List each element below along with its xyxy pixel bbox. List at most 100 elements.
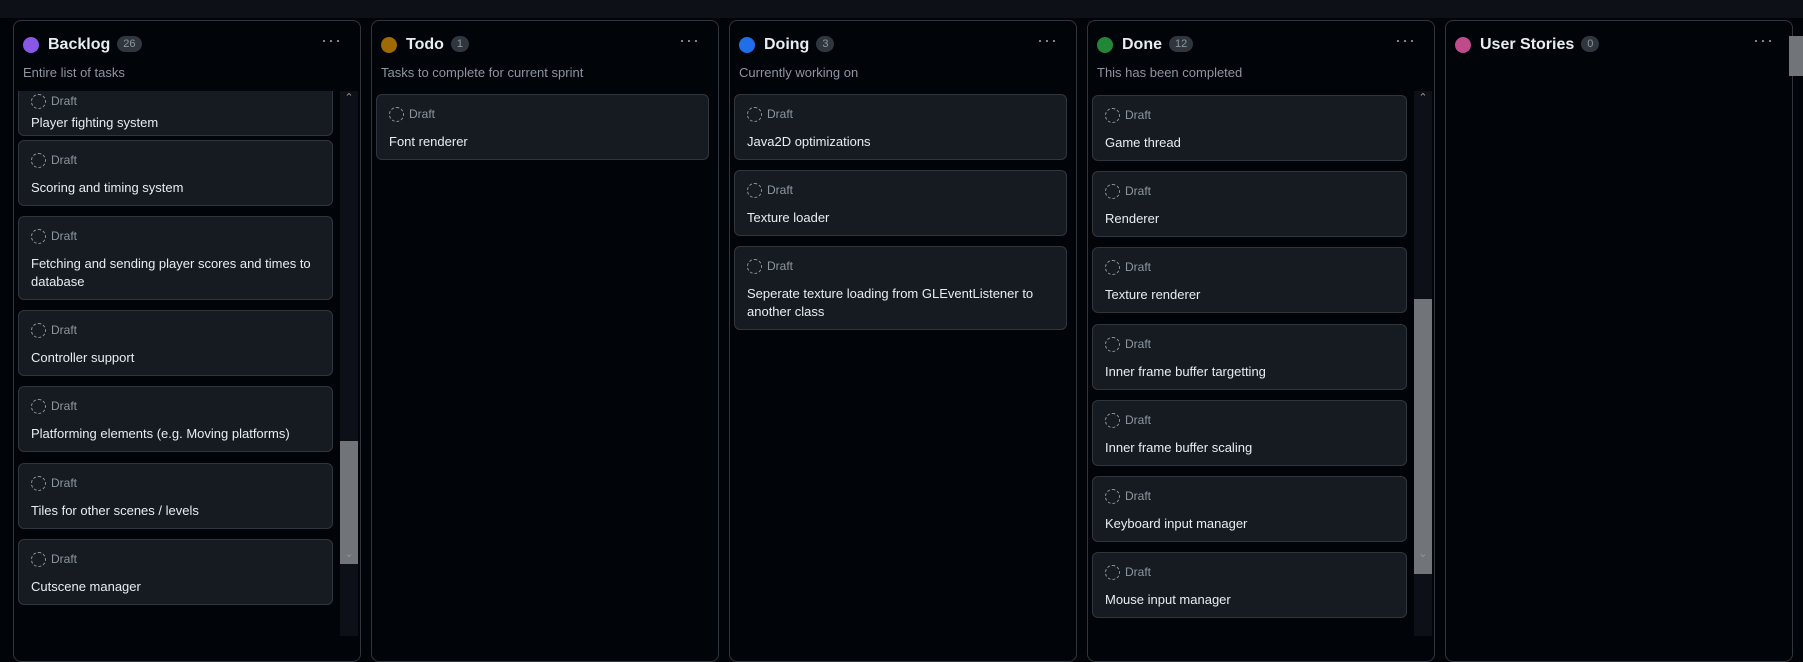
item-count-badge: 1 (450, 36, 470, 52)
column-user-stories: User Stories 0 ··· (1445, 20, 1793, 662)
status-dot-icon (381, 37, 397, 53)
status-dot-icon (739, 37, 755, 53)
column-header: Todo 1 ··· Tasks to complete for current … (372, 21, 718, 91)
card-title[interactable]: Controller support (31, 349, 322, 367)
card-title[interactable]: Texture loader (747, 209, 1056, 227)
column-title: Done 12 (1122, 36, 1194, 54)
project-board: Backlog 26 ··· Entire list of tasks Draft… (0, 18, 1803, 662)
scroll-thumb[interactable] (340, 441, 358, 564)
card-title[interactable]: Java2D optimizations (747, 133, 1056, 151)
card-title[interactable]: Cutscene manager (31, 578, 322, 596)
column-description: Tasks to complete for current sprint (381, 65, 584, 80)
status-dot-icon (23, 37, 39, 53)
scroll-up-chevron-icon[interactable]: ⌃ (1414, 91, 1432, 105)
card-title[interactable]: Seperate texture loading from GLEventLis… (747, 285, 1056, 321)
column-title: User Stories 0 (1480, 36, 1600, 54)
card-item[interactable]: Draft Texture loader (734, 170, 1067, 236)
scroll-thumb[interactable] (1414, 299, 1432, 574)
card-title[interactable]: Keyboard input manager (1105, 515, 1396, 533)
card-item[interactable]: Draft Platforming elements (e.g. Moving … (18, 386, 333, 452)
draft-label: Draft (51, 153, 78, 167)
draft-label: Draft (1125, 337, 1152, 351)
draft-label: Draft (51, 399, 78, 413)
card-title[interactable]: Fetching and sending player scores and t… (31, 255, 322, 291)
column-description: Currently working on (739, 65, 859, 80)
draft-label: Draft (1125, 413, 1152, 427)
draft-dashed-circle-icon (31, 94, 46, 109)
draft-label: Draft (767, 107, 794, 121)
column-menu-ellipsis-icon[interactable]: ··· (1037, 31, 1058, 49)
draft-label: Draft (1125, 184, 1152, 198)
card-title[interactable]: Mouse input manager (1105, 591, 1396, 609)
card-title[interactable]: Game thread (1105, 134, 1396, 152)
card-title[interactable]: Inner frame buffer targetting (1105, 363, 1396, 381)
card-title[interactable]: Inner frame buffer scaling (1105, 439, 1396, 457)
card-title[interactable]: Platforming elements (e.g. Moving platfo… (31, 425, 322, 443)
card-title[interactable]: Scoring and timing system (31, 179, 322, 197)
draft-label: Draft (1125, 489, 1152, 503)
card-title[interactable]: Tiles for other scenes / levels (31, 502, 322, 520)
done-scrollbar[interactable]: ⌃ ⌄ (1414, 91, 1432, 636)
column-doing: Doing 3 ··· Currently working on Draft Ja… (729, 20, 1077, 662)
card-item[interactable]: Draft Keyboard input manager (1092, 476, 1407, 542)
draft-dashed-circle-icon (31, 229, 46, 244)
column-menu-ellipsis-icon[interactable]: ··· (679, 31, 700, 49)
board-horizontal-scroll-thumb[interactable] (1789, 36, 1803, 76)
card-item[interactable]: Draft Inner frame buffer targetting (1092, 324, 1407, 390)
card-item[interactable]: Draft Renderer (1092, 171, 1407, 237)
draft-dashed-circle-icon (1105, 337, 1120, 352)
card-item[interactable]: Draft Java2D optimizations (734, 94, 1067, 160)
draft-label: Draft (1125, 260, 1152, 274)
column-done: Done 12 ··· This has been completed Draft… (1087, 20, 1435, 662)
backlog-scrollbar[interactable]: ⌃ ⌄ (340, 91, 358, 636)
card-item[interactable]: Draft Cutscene manager (18, 539, 333, 605)
column-description: Entire list of tasks (23, 65, 125, 80)
card-list: Draft Game thread Draft Renderer Draft T… (1088, 91, 1434, 661)
card-item[interactable]: Draft Tiles for other scenes / levels (18, 463, 333, 529)
card-item[interactable]: Draft Mouse input manager (1092, 552, 1407, 618)
draft-label: Draft (51, 229, 78, 243)
card-item[interactable]: Draft Game thread (1092, 95, 1407, 161)
column-todo: Todo 1 ··· Tasks to complete for current … (371, 20, 719, 662)
draft-label: Draft (51, 476, 78, 490)
card-item[interactable]: Draft Inner frame buffer scaling (1092, 400, 1407, 466)
column-menu-ellipsis-icon[interactable]: ··· (321, 31, 342, 49)
draft-label: Draft (51, 94, 78, 108)
card-item[interactable]: Draft Player fighting system (18, 91, 333, 136)
draft-label: Draft (1125, 565, 1152, 579)
scroll-up-chevron-icon[interactable]: ⌃ (340, 91, 358, 105)
card-item[interactable]: Draft Seperate texture loading from GLEv… (734, 246, 1067, 330)
column-menu-ellipsis-icon[interactable]: ··· (1395, 31, 1416, 49)
card-item[interactable]: Draft Controller support (18, 310, 333, 376)
draft-dashed-circle-icon (1105, 260, 1120, 275)
item-count-badge: 3 (816, 36, 835, 52)
card-item[interactable]: Draft Fetching and sending player scores… (18, 216, 333, 300)
draft-dashed-circle-icon (1105, 413, 1120, 428)
draft-dashed-circle-icon (389, 107, 404, 122)
card-title[interactable]: Font renderer (389, 133, 698, 151)
draft-dashed-circle-icon (1105, 489, 1120, 504)
item-count-badge: 0 (1581, 36, 1600, 52)
draft-label: Draft (409, 107, 436, 121)
card-item[interactable]: Draft Scoring and timing system (18, 140, 333, 206)
column-title: Todo 1 (406, 36, 470, 54)
draft-label: Draft (767, 183, 794, 197)
draft-dashed-circle-icon (747, 183, 762, 198)
status-dot-icon (1097, 37, 1113, 53)
card-item[interactable]: Draft Font renderer (376, 94, 709, 160)
card-item[interactable]: Draft Texture renderer (1092, 247, 1407, 313)
scroll-down-chevron-icon[interactable]: ⌄ (1414, 547, 1432, 561)
column-menu-ellipsis-icon[interactable]: ··· (1753, 31, 1774, 49)
card-title[interactable]: Player fighting system (31, 114, 322, 132)
column-header: User Stories 0 ··· (1446, 21, 1792, 91)
draft-dashed-circle-icon (31, 323, 46, 338)
top-bar (0, 0, 1803, 18)
column-header: Backlog 26 ··· Entire list of tasks (14, 21, 360, 91)
draft-dashed-circle-icon (31, 552, 46, 567)
card-title[interactable]: Renderer (1105, 210, 1396, 228)
card-title[interactable]: Texture renderer (1105, 286, 1396, 304)
column-title: Doing 3 (764, 36, 835, 54)
scroll-down-chevron-icon[interactable]: ⌄ (340, 547, 358, 561)
draft-label: Draft (1125, 108, 1152, 122)
column-title: Backlog 26 (48, 36, 142, 54)
